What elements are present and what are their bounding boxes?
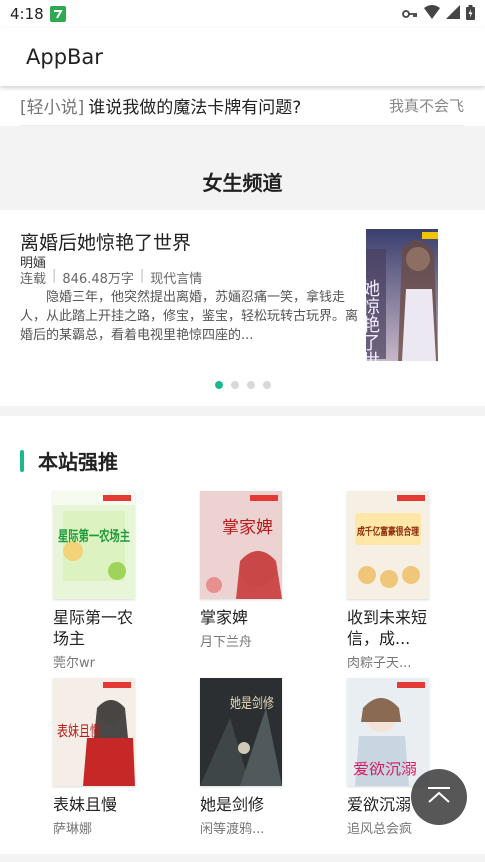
featured-book-card[interactable]: 离婚后她惊艳了世界 明婳 连载 | 846.48万字 | 现代言情 隐婚三年，他…: [0, 210, 485, 406]
vpn-key-icon: [402, 5, 418, 23]
section-divider: [0, 406, 485, 416]
book-cover-title: 成千亿富豪很合理: [357, 525, 419, 538]
carousel-dot[interactable]: [230, 381, 239, 389]
carousel-dot[interactable]: [214, 381, 223, 389]
book-author: 莞尔wr: [53, 656, 95, 671]
featured-book-genre: 现代言情: [150, 272, 203, 287]
carousel-indicator: [0, 381, 485, 389]
status-time: 4:18: [10, 5, 44, 23]
back-to-top-button[interactable]: [411, 769, 467, 825]
book-cover-title: 星际第一农场主: [58, 528, 130, 545]
chevron-up-icon: [426, 785, 452, 809]
featured-book-word-count: 846.48万字: [62, 272, 134, 287]
cell-signal-icon: [446, 5, 460, 23]
book-cover-title: 爱欲沉溺: [353, 761, 417, 778]
light-novel-title: 谁说我做的魔法卡牌有问题?: [88, 98, 302, 118]
book-cover-title: 她是剑修: [230, 696, 274, 712]
featured-cover-title: 她惊艳了世界: [366, 279, 380, 361]
channel-title: 女生频道: [202, 170, 283, 195]
book-author: 月下兰舟: [200, 635, 253, 650]
battery-icon: [466, 4, 475, 24]
book-title: 表妹且慢: [53, 795, 118, 814]
recommend-title: 本站强推: [38, 450, 118, 474]
book-item[interactable]: 星际第一农场主 星际第一农场主 莞尔wr: [53, 491, 163, 671]
meta-separator: |: [52, 268, 57, 283]
recommend-header: 本站强推: [20, 446, 118, 475]
channel-header: 女生频道: [0, 152, 485, 210]
book-title: 收到未来短信，成...: [347, 608, 428, 648]
featured-book-meta: 连载 | 846.48万字 | 现代言情: [20, 268, 202, 287]
book-title: 星际第一农场主: [53, 608, 134, 648]
book-cover[interactable]: 她是剑修: [200, 678, 282, 786]
book-cover[interactable]: 爱欲沉溺: [347, 678, 429, 786]
bottom-divider: [0, 854, 485, 862]
wifi-icon: [424, 5, 440, 23]
featured-book-title: 离婚后她惊艳了世界: [20, 232, 192, 254]
book-cover[interactable]: 成千亿富豪很合理: [347, 491, 429, 599]
book-author: 闲等渡鸦...: [200, 822, 265, 837]
notification-badge-icon: [49, 6, 66, 22]
status-bar: 4:18: [0, 0, 485, 28]
book-cover[interactable]: 星际第一农场主: [53, 491, 135, 599]
featured-book-cover[interactable]: 她惊艳了世界: [366, 229, 438, 361]
book-title: 她是剑修: [200, 795, 265, 814]
carousel-dot[interactable]: [246, 381, 255, 389]
section-accent-bar: [20, 449, 24, 472]
status-icons: [402, 4, 475, 24]
book-cover[interactable]: 掌家婢: [200, 491, 282, 599]
book-item[interactable]: 掌家婢 掌家婢 月下兰舟: [200, 491, 310, 650]
book-cover[interactable]: 表妹且慢: [53, 678, 135, 786]
book-author: 追风总会疯: [347, 822, 413, 837]
meta-separator: |: [139, 268, 145, 283]
book-author: 肉粽子天...: [347, 656, 412, 671]
section-divider: [0, 126, 485, 152]
carousel-dot[interactable]: [262, 381, 271, 389]
book-cover-title: 表妹且慢: [57, 723, 101, 740]
featured-book-description: 隐婚三年，他突然提出离婚，苏婳忍痛一笑，拿钱走人，从此踏上开挂之路，修宝，鉴宝，…: [20, 290, 359, 343]
book-cover-title: 掌家婢: [222, 518, 273, 537]
featured-book-status: 连载: [20, 272, 47, 287]
light-novel-tag: [轻小说]: [20, 98, 85, 118]
book-title: 掌家婢: [200, 608, 249, 627]
app-bar: AppBar: [0, 28, 485, 86]
book-item[interactable]: 她是剑修 她是剑修 闲等渡鸦...: [200, 678, 310, 837]
book-item[interactable]: 表妹且慢 表妹且慢 萨琳娜: [53, 678, 163, 837]
light-novel-author: 我真不会飞: [388, 97, 464, 115]
light-novel-list-item[interactable]: [轻小说] 谁说我做的魔法卡牌有问题? 我真不会飞: [20, 86, 464, 126]
book-item[interactable]: 成千亿富豪很合理 收到未来短信，成... 肉粽子天...: [347, 491, 457, 671]
book-author: 萨琳娜: [53, 822, 93, 837]
app-bar-title: AppBar: [26, 45, 103, 69]
